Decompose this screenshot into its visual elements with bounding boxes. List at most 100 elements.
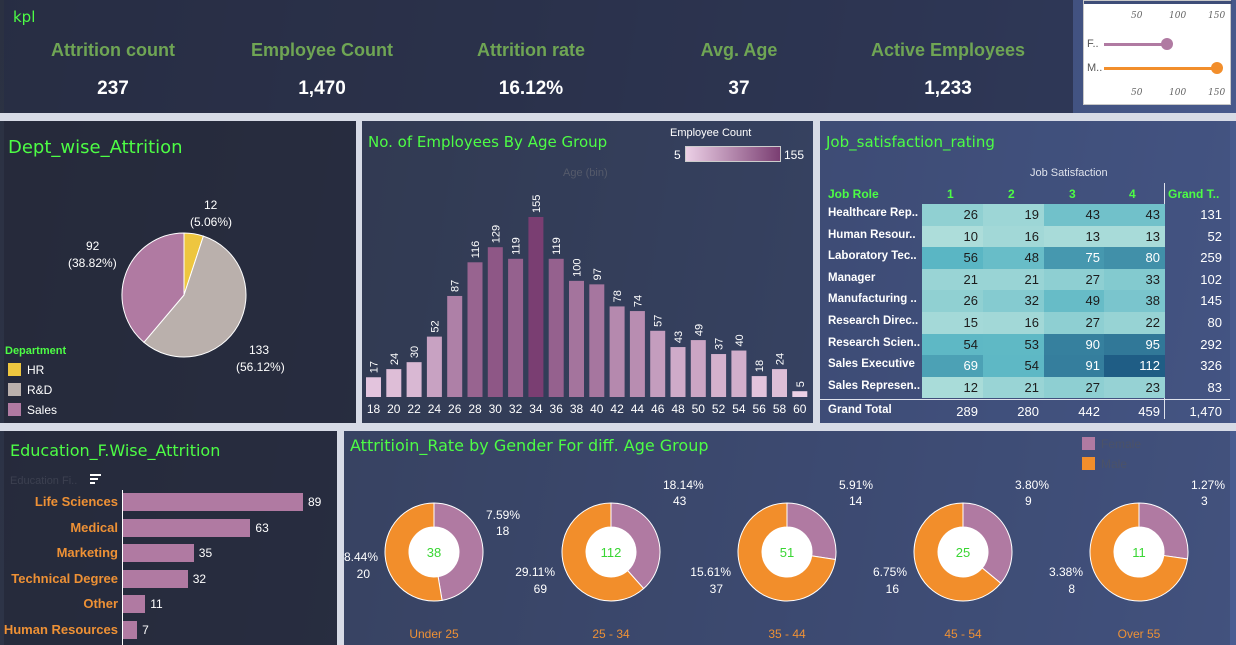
donut-female-count: 3 (1201, 494, 1208, 508)
donut-age-group-label: 35 - 44 (768, 627, 806, 641)
age-bar[interactable] (528, 217, 544, 397)
age-bar[interactable] (690, 340, 706, 397)
age-bar-value-label: 87 (450, 280, 462, 292)
kpi-panel: kpl Attrition count 237 Employee Count 1… (4, 0, 1073, 113)
age-bar[interactable] (508, 258, 524, 397)
age-bar[interactable] (751, 376, 767, 397)
job-cell: 56 (922, 247, 983, 269)
donut-female-pct: 1.27% (1191, 478, 1225, 492)
donut-male-pct: 6.75% (873, 565, 907, 579)
donut-center-total: 11 (1132, 545, 1146, 560)
age-bar[interactable] (569, 280, 584, 397)
slider-male-label: M.. (1087, 62, 1103, 74)
age-bar[interactable] (772, 369, 787, 397)
age-bar[interactable] (650, 330, 666, 397)
age-axis-tick: 38 (570, 402, 584, 416)
education-bar[interactable] (123, 621, 138, 639)
age-bar[interactable] (366, 377, 381, 397)
education-bar[interactable] (123, 518, 251, 537)
dept-label-rd-count: 133 (249, 343, 270, 357)
job-cell: 90 (1044, 333, 1105, 356)
education-category-label: Medical (70, 519, 118, 535)
donut-female-pct: 3.80% (1015, 478, 1049, 492)
education-bar[interactable] (123, 493, 303, 511)
job-row-role: Human Resour.. (828, 228, 916, 241)
job-header-rating-4: 4 (1129, 187, 1136, 201)
age-axis-tick: 52 (712, 402, 726, 416)
dept-legend-title: Department (5, 345, 67, 357)
donut-center-total: 25 (956, 545, 970, 560)
job-grand-total-cell: 442 (1078, 404, 1100, 420)
job-row-total: 52 (1207, 228, 1222, 244)
job-grand-total-cell: 280 (1017, 404, 1039, 420)
age-axis-tick: 50 (692, 402, 706, 416)
age-bar-value-label: 74 (632, 295, 644, 307)
age-bar[interactable] (548, 258, 564, 397)
job-row-role: Manager (828, 271, 876, 284)
age-bar-value-label: 100 (572, 259, 584, 277)
age-bar[interactable] (629, 311, 645, 397)
job-row-total: 326 (1200, 358, 1222, 374)
job-cell: 27 (1044, 268, 1105, 291)
slider-top-bar (1084, 1, 1232, 4)
job-cell: 27 (1044, 312, 1105, 334)
age-bar[interactable] (711, 354, 727, 397)
dept-legend-hr-label: HR (27, 363, 45, 377)
job-satisfaction-table: Job Role 1 2 3 4 Grand T.. Healthcare Rep.. 26 1… (820, 121, 1230, 423)
slider-female-handle[interactable] (1161, 38, 1173, 50)
slider-male-handle[interactable] (1211, 62, 1223, 74)
age-bar[interactable] (609, 306, 625, 397)
job-cell: 49 (1044, 290, 1105, 312)
education-bar[interactable] (123, 544, 194, 563)
age-bar[interactable] (487, 247, 503, 397)
job-cell: 38 (1104, 290, 1165, 312)
age-bar[interactable] (670, 347, 686, 397)
education-attrition-panel: Education_F.Wise_Attrition Education Fi.… (4, 431, 337, 645)
age-axis-tick: 58 (773, 402, 787, 416)
age-bar[interactable] (426, 336, 442, 397)
slider-female-track[interactable] (1104, 43, 1166, 46)
age-bar-value-label: 57 (653, 315, 665, 327)
job-row-role: Sales Executive (828, 358, 915, 371)
age-bar[interactable] (406, 362, 422, 397)
dept-label-hr-pct: (5.06%) (190, 215, 233, 229)
education-bar-value: 32 (192, 571, 207, 586)
dept-label-rd-pct: (56.12%) (236, 360, 285, 374)
donut-male-count: 16 (886, 582, 900, 596)
donut-male-count: 69 (534, 582, 548, 596)
job-row-total: 145 (1200, 293, 1222, 309)
job-grand-total-divider (820, 399, 1230, 401)
donut-male-pct: 3.38% (1049, 565, 1083, 579)
age-bar-value-label: 30 (409, 346, 421, 358)
donut-male-pct: 8.44% (344, 550, 378, 564)
job-cell: 95 (1104, 333, 1165, 356)
age-bar[interactable] (731, 350, 747, 397)
education-bar[interactable] (123, 595, 146, 614)
age-bar[interactable] (589, 284, 605, 397)
donut-age-group-label: Over 55 (1118, 627, 1161, 641)
age-bar[interactable] (386, 369, 402, 397)
age-bar[interactable] (467, 262, 483, 397)
donut-male-count: 20 (357, 567, 371, 581)
kpi-employee-count-value: 1,470 (298, 78, 346, 99)
separator-horizontal-bottom (0, 423, 1236, 431)
age-bar-value-label: 116 (470, 241, 482, 259)
donut-female-count: 9 (1025, 494, 1032, 508)
age-axis-tick: 44 (631, 402, 645, 416)
job-cell: 53 (983, 333, 1044, 356)
age-axis-tick: 18 (367, 402, 381, 416)
age-bar-value-label: 5 (795, 381, 807, 387)
job-grand-total-label: Grand Total (828, 404, 892, 417)
age-bar[interactable] (447, 295, 463, 397)
age-bar[interactable] (792, 391, 808, 397)
slider-male-track[interactable] (1104, 67, 1218, 70)
job-cell: 43 (1044, 204, 1105, 226)
education-bar[interactable] (123, 569, 188, 588)
job-row-role: Manufacturing .. (828, 293, 917, 306)
job-cell: 15 (922, 312, 983, 334)
job-cell: 43 (1104, 204, 1165, 226)
job-cell: 80 (1104, 247, 1165, 269)
age-axis-tick: 60 (793, 402, 807, 416)
gender-slider-card: 50 100 150 F.. M.. 50 100 150 (1083, 0, 1232, 105)
donut-female-pct: 18.14% (663, 478, 704, 492)
